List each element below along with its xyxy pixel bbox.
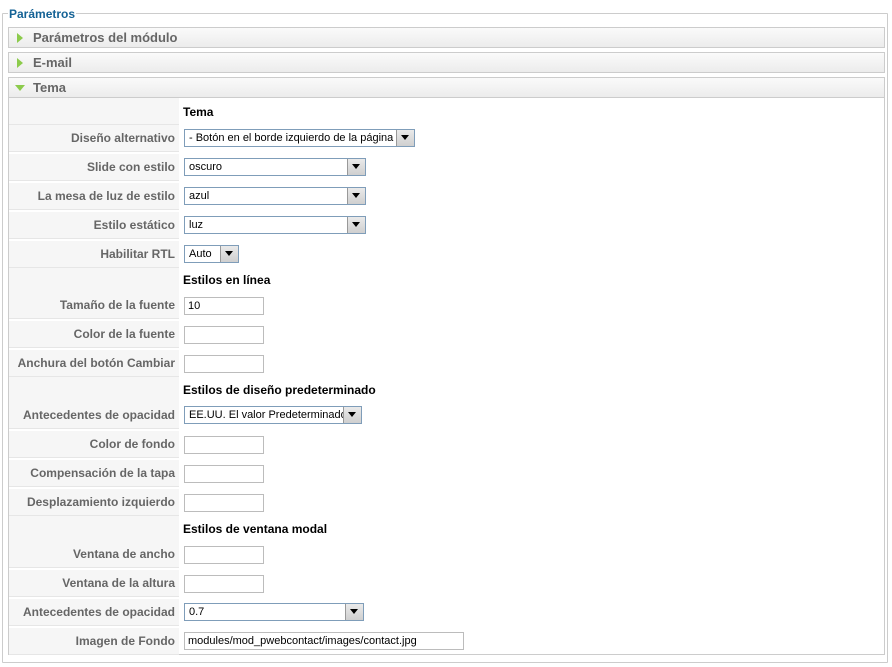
field-label: Desplazamiento izquierdo xyxy=(9,489,179,516)
section-title-estilos-linea: Estilos en línea xyxy=(183,273,271,287)
tamano-fuente-input[interactable]: 10 xyxy=(184,297,264,315)
field-label: Imagen de Fondo xyxy=(9,628,179,655)
expand-arrow-icon xyxy=(17,58,23,68)
panel-tema-header[interactable]: Tema xyxy=(8,77,885,98)
field-label: Ventana de la altura xyxy=(9,570,179,597)
field-label: Tamaño de la fuente xyxy=(9,292,179,319)
panel-title: E-mail xyxy=(33,55,73,70)
antecedentes-opacidad-modal-select[interactable]: 0.7 xyxy=(184,603,364,621)
field-label: Antecedentes de opacidad xyxy=(9,599,179,626)
field-label: Compensación de la tapa xyxy=(9,460,179,487)
color-fondo-input[interactable] xyxy=(184,436,264,454)
selected-value: oscuro xyxy=(189,161,223,173)
field-label: La mesa de luz de estilo xyxy=(9,183,179,210)
field-label: Color de fondo xyxy=(9,431,179,458)
dropdown-arrow-icon xyxy=(347,188,365,204)
dropdown-arrow-icon xyxy=(345,604,363,620)
field-label: Antecedentes de opacidad xyxy=(9,402,179,429)
field-label: Color de la fuente xyxy=(9,321,179,348)
panel-modulo-header[interactable]: Parámetros del módulo xyxy=(8,27,885,48)
habilitar-rtl-select[interactable]: Auto xyxy=(184,245,239,263)
dropdown-arrow-icon xyxy=(220,246,238,262)
selected-value: Auto xyxy=(189,248,212,260)
dropdown-arrow-icon xyxy=(343,407,361,423)
panel-email-header[interactable]: E-mail xyxy=(8,52,885,73)
field-label: Slide con estilo xyxy=(9,154,179,181)
anchura-boton-input[interactable] xyxy=(184,355,264,373)
ventana-altura-input[interactable] xyxy=(184,575,264,593)
selected-value: luz xyxy=(189,219,204,231)
color-fuente-input[interactable] xyxy=(184,326,264,344)
selected-value: azul xyxy=(189,190,210,202)
estilo-estatico-select[interactable]: luz xyxy=(184,216,366,234)
section-title-estilos-diseno: Estilos de diseño predeterminado xyxy=(183,383,376,397)
selected-value: EE.UU. El valor Predeterminado xyxy=(189,409,347,421)
empty-label-cell xyxy=(9,516,179,543)
section-title-tema: Tema xyxy=(183,105,214,119)
dropdown-arrow-icon xyxy=(347,217,365,233)
ventana-ancho-input[interactable] xyxy=(184,546,264,564)
expand-arrow-icon xyxy=(17,33,23,43)
empty-label-cell xyxy=(9,377,179,404)
mesa-luz-select[interactable]: azul xyxy=(184,187,366,205)
field-label: Diseño alternativo xyxy=(9,125,179,152)
panel-title: Parámetros del módulo xyxy=(33,30,178,45)
fieldset-legend: Parámetros xyxy=(8,7,77,21)
panel-title: Tema xyxy=(33,80,66,95)
empty-label-cell xyxy=(9,268,179,295)
field-label: Anchura del botón Cambiar xyxy=(9,350,179,377)
selected-value: 0.7 xyxy=(189,606,205,618)
compensacion-tapa-input[interactable] xyxy=(184,465,264,483)
selected-value: - Botón en el borde izquierdo de la pági… xyxy=(189,132,394,144)
antecedentes-opacidad-select[interactable]: EE.UU. El valor Predeterminado xyxy=(184,406,362,424)
section-title-estilos-modal: Estilos de ventana modal xyxy=(183,522,328,536)
dropdown-arrow-icon xyxy=(347,159,365,175)
field-label: Estilo estático xyxy=(9,212,179,239)
field-label: Habilitar RTL xyxy=(9,241,179,268)
imagen-fondo-input[interactable]: modules/mod_pwebcontact/images/contact.j… xyxy=(184,632,464,650)
empty-label-cell xyxy=(9,98,179,125)
dropdown-arrow-icon xyxy=(396,130,414,146)
diseno-alternativo-select[interactable]: - Botón en el borde izquierdo de la pági… xyxy=(184,129,415,147)
desplazamiento-izquierdo-input[interactable] xyxy=(184,494,264,512)
field-label: Ventana de ancho xyxy=(9,541,179,568)
slide-estilo-select[interactable]: oscuro xyxy=(184,158,366,176)
collapse-arrow-icon xyxy=(15,85,25,91)
